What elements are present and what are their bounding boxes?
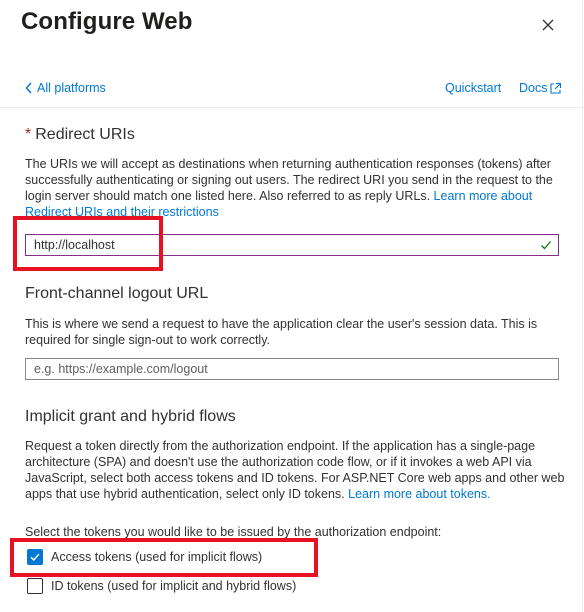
implicit-grant-description: Request a token directly from the author… [25,438,565,502]
redirect-uris-description: The URIs we will accept as destinations … [25,156,565,220]
access-tokens-label: Access tokens (used for implicit flows) [51,550,263,564]
valid-check-icon [541,241,551,250]
id-tokens-option[interactable]: ID tokens (used for implicit and hybrid … [27,578,296,594]
header-divider [0,107,583,108]
access-tokens-option[interactable]: Access tokens (used for implicit flows) [27,549,262,565]
redirect-uris-label: Redirect URIs [35,126,135,143]
configure-web-panel: Configure Web All platforms Quickstart D… [0,0,583,612]
chevron-left-icon [25,82,32,94]
quickstart-link[interactable]: Quickstart [445,81,501,95]
redirect-uri-input[interactable]: http://localhost [25,234,559,256]
all-platforms-link[interactable]: All platforms [25,81,106,95]
tokens-learn-more-link[interactable]: Learn more about tokens. [348,487,490,501]
logout-url-input[interactable]: e.g. https://example.com/logout [25,358,559,380]
redirect-uris-heading: * Redirect URIs [25,126,135,144]
token-select-prompt: Select the tokens you would like to be i… [25,525,442,539]
external-link-icon [550,82,562,94]
implicit-grant-heading: Implicit grant and hybrid flows [25,408,236,425]
id-tokens-checkbox[interactable] [27,578,43,594]
close-icon[interactable] [538,15,558,35]
checkmark-icon [30,553,40,562]
logout-url-description: This is where we send a request to have … [25,317,538,347]
docs-link[interactable]: Docs [519,81,562,95]
docs-label: Docs [519,81,548,95]
logout-url-placeholder: e.g. https://example.com/logout [34,362,208,376]
id-tokens-label: ID tokens (used for implicit and hybrid … [51,579,297,593]
redirect-uri-value: http://localhost [34,238,115,252]
all-platforms-label: All platforms [37,81,106,95]
required-indicator: * [25,126,32,143]
access-tokens-checkbox[interactable] [27,549,43,565]
panel-title: Configure Web [21,8,193,35]
logout-url-heading: Front-channel logout URL [25,285,209,302]
